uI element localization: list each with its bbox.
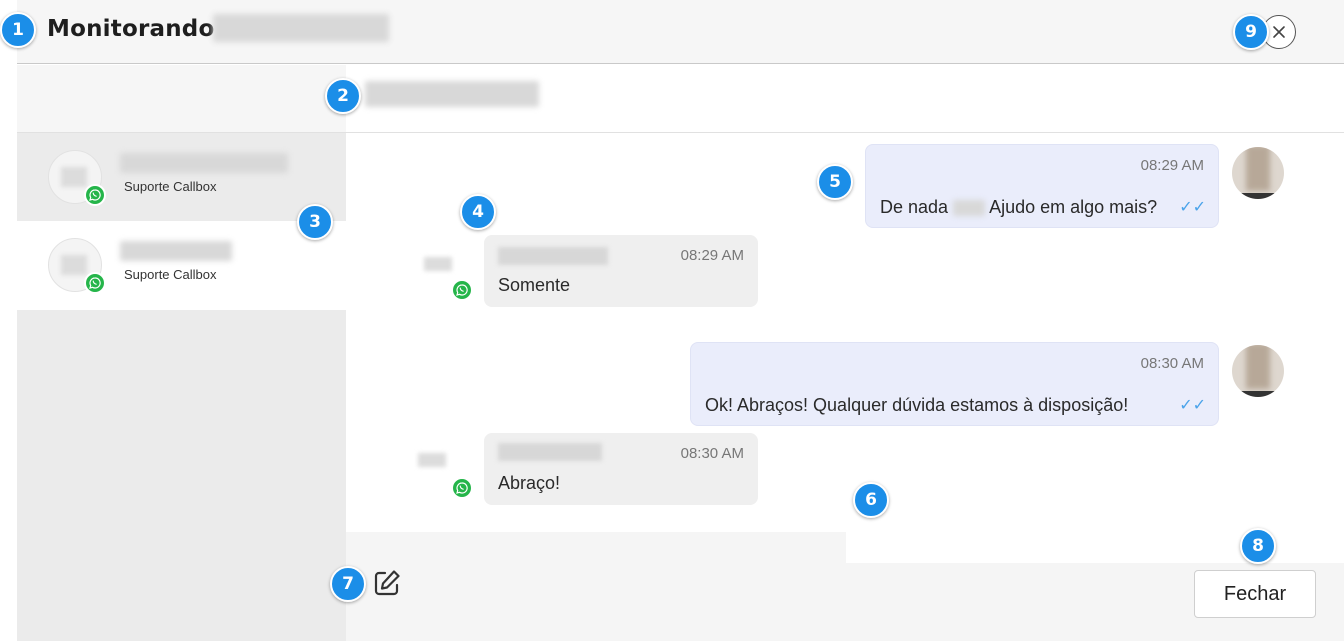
message-time: 08:29 AM [1140, 157, 1204, 174]
modal-title: Monitorando [47, 16, 215, 42]
message-text: Ok! Abraços! Qualquer dúvida estamos à d… [705, 395, 1129, 415]
message-incoming: 08:29 AM Somente [484, 235, 758, 307]
close-dialog-button[interactable]: Fechar [1194, 570, 1316, 618]
callout-marker: 2 [325, 78, 361, 114]
redacted-sender-name [498, 247, 608, 265]
message-text: Somente [498, 275, 571, 295]
monitoring-modal: Monitorando Suporte Callbox Suporte Call… [0, 0, 1344, 641]
callout-marker: 5 [817, 164, 853, 200]
double-check-icon: ✓✓ [1179, 199, 1206, 216]
redacted-contact-name [365, 81, 539, 107]
agent-avatar [1232, 345, 1284, 397]
message-text-part: De nada [880, 197, 949, 217]
message-incoming: 08:30 AM Abraço! [484, 433, 758, 505]
message-outgoing: 08:29 AM De nada Ajudo em algo mais? ✓✓ [865, 144, 1219, 228]
message-outgoing: 08:30 AM Ok! Abraços! Qualquer dúvida es… [690, 342, 1219, 426]
contact-item[interactable]: Suporte Callbox [17, 133, 346, 221]
close-icon [1273, 26, 1285, 38]
contact-item[interactable]: Suporte Callbox [17, 221, 346, 310]
whatsapp-icon [84, 184, 106, 206]
message-time: 08:30 AM [1140, 355, 1204, 372]
whatsapp-icon [84, 272, 106, 294]
callout-marker: 4 [460, 194, 496, 230]
redacted-contact-name [120, 153, 288, 173]
message-text-part: Ajudo em algo mais? [989, 197, 1158, 217]
footer-left-area-overlay [346, 532, 846, 641]
callout-marker: 3 [297, 204, 333, 240]
modal-header: Monitorando [17, 0, 1344, 64]
redacted-sender-initials [424, 257, 452, 271]
whatsapp-icon [451, 279, 473, 301]
agent-avatar [1232, 147, 1284, 199]
redacted-agent-name [213, 14, 389, 42]
callout-marker: 7 [330, 566, 366, 602]
redacted-name [953, 200, 986, 217]
message-text: De nada Ajudo em algo mais? [880, 197, 1157, 218]
redacted-contact-name [120, 241, 232, 261]
edit-icon[interactable] [372, 568, 402, 598]
contact-subtitle: Suporte Callbox [124, 179, 217, 194]
whatsapp-icon [451, 477, 473, 499]
subheader-left-panel [17, 65, 346, 132]
callout-marker: 6 [853, 482, 889, 518]
redacted-sender-initials [418, 453, 446, 467]
contact-subtitle: Suporte Callbox [124, 267, 217, 282]
redacted-avatar-initials [61, 255, 87, 275]
redacted-sender-name [498, 443, 602, 461]
redacted-avatar-initials [61, 167, 87, 187]
callout-marker: 9 [1233, 14, 1269, 50]
message-time: 08:30 AM [680, 445, 744, 462]
double-check-icon: ✓✓ [1179, 397, 1206, 414]
callout-marker: 8 [1240, 528, 1276, 564]
message-text: Abraço! [498, 473, 561, 493]
chat-subheader [17, 65, 1344, 133]
chat-messages-area[interactable]: 08:29 AM De nada Ajudo em algo mais? ✓✓ … [346, 133, 1344, 563]
callout-marker: 1 [0, 12, 36, 48]
contacts-sidebar: Suporte Callbox Suporte Callbox [17, 133, 346, 641]
message-time: 08:29 AM [680, 247, 744, 264]
